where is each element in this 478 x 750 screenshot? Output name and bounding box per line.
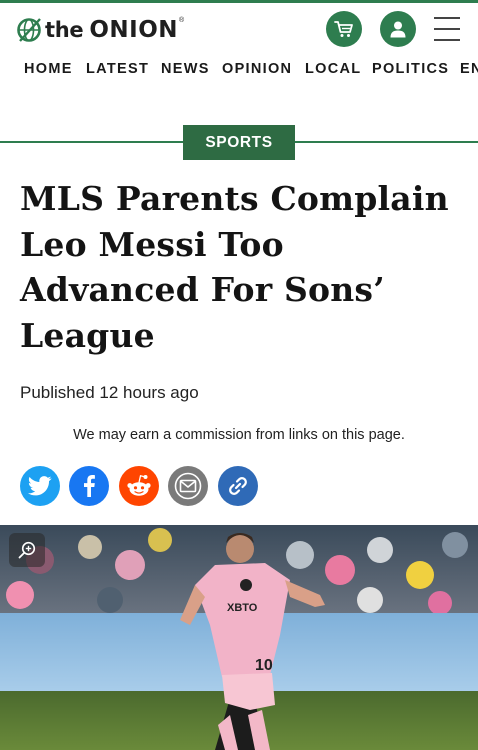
share-buttons	[20, 466, 267, 506]
headline-line: Advanced For Sons’	[20, 270, 385, 309]
nav-item-politics[interactable]: POLITICS	[372, 61, 449, 77]
nav-item-entertainment[interactable]: EN	[460, 61, 478, 77]
hamburger-menu-icon[interactable]	[434, 17, 460, 41]
envelope-icon	[174, 472, 202, 500]
share-facebook-button[interactable]	[69, 466, 110, 506]
nav-item-latest[interactable]: LATEST	[86, 61, 149, 77]
publish-info: Published 12 hours ago	[20, 383, 199, 403]
menu-line	[434, 28, 460, 30]
facebook-f-icon	[84, 475, 96, 497]
main-nav: HOME LATEST NEWS OPINION LOCAL POLITICS …	[0, 58, 478, 82]
chain-link-icon	[228, 477, 247, 495]
menu-line	[434, 17, 460, 19]
affiliate-disclaimer: We may earn a commission from links on t…	[73, 427, 405, 443]
menu-line	[434, 39, 460, 41]
share-reddit-button[interactable]	[118, 466, 159, 506]
logo-the: the	[45, 18, 84, 42]
headline-line: League	[20, 315, 155, 355]
jersey-sponsor: XBTO	[227, 602, 258, 614]
account-icon	[390, 21, 406, 38]
cart-icon	[334, 21, 353, 37]
zoom-button[interactable]	[9, 533, 45, 567]
globe-logo-icon	[17, 18, 41, 42]
account-button[interactable]	[380, 11, 416, 47]
published-label: Published	[20, 383, 95, 402]
cart-button[interactable]	[326, 11, 362, 47]
share-email-button[interactable]	[168, 466, 209, 506]
nav-item-home[interactable]: HOME	[24, 61, 73, 77]
section-tag-sports[interactable]: SPORTS	[183, 125, 295, 160]
share-link-button[interactable]	[217, 466, 258, 506]
article-headline: MLS Parents Complain Leo Messi Too Advan…	[20, 176, 465, 358]
jersey-number: 10	[255, 657, 273, 674]
logo-onion: ONION	[89, 17, 179, 43]
headline-line: Leo Messi Too	[20, 224, 284, 264]
headline-line: MLS Parents Complain	[20, 179, 449, 218]
nav-item-local[interactable]: LOCAL	[305, 61, 361, 77]
share-twitter-button[interactable]	[20, 466, 60, 506]
hero-image[interactable]: XBTO 10	[0, 525, 478, 750]
site-header: the ONION ®	[0, 3, 478, 53]
twitter-bird-icon	[28, 476, 52, 496]
logo-registered-mark: ®	[179, 17, 185, 24]
zoom-in-icon	[18, 541, 36, 559]
site-logo[interactable]: the ONION ®	[16, 15, 184, 45]
published-time: 12 hours ago	[99, 383, 199, 402]
nav-item-news[interactable]: NEWS	[161, 61, 210, 77]
reddit-alien-icon	[127, 475, 151, 496]
nav-item-opinion[interactable]: OPINION	[222, 61, 292, 77]
hero-photo: XBTO 10	[0, 525, 478, 750]
